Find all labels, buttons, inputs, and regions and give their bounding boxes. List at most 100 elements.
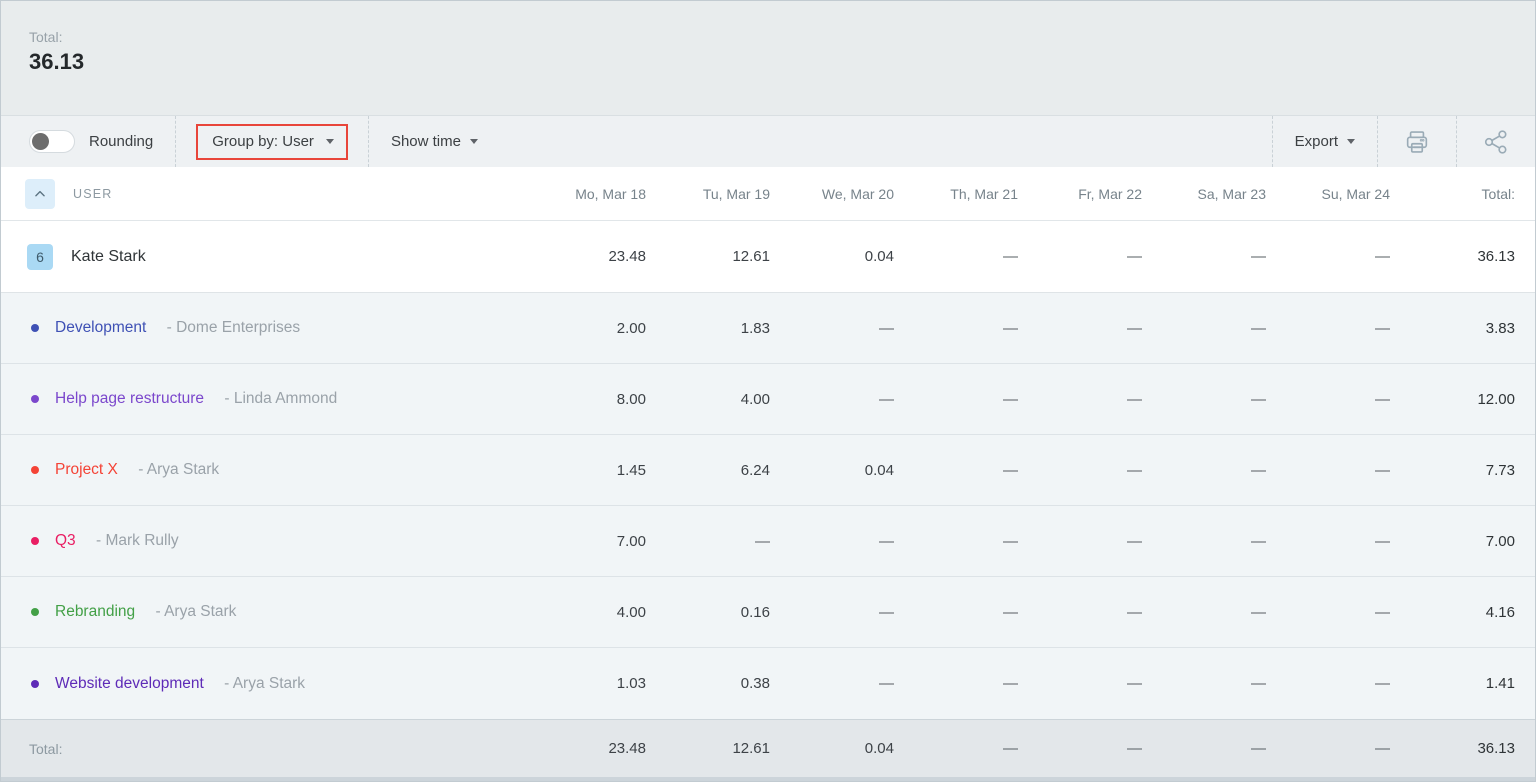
row-total-cell: 4.16 — [1394, 604, 1535, 621]
day-value-cell: 7.00 — [526, 533, 650, 550]
project-name[interactable]: Q3 — [55, 532, 76, 550]
day-value-cell: 2.00 — [526, 320, 650, 337]
day-column-header: Th, Mar 21 — [898, 186, 1022, 202]
day-value-cell: 0.04 — [774, 248, 898, 265]
day-column-header: Mo, Mar 18 — [526, 186, 650, 202]
day-value-cell: — — [774, 533, 898, 550]
project-client: - Linda Ammond — [220, 390, 337, 408]
project-row: Website development - Arya Stark1.030.38… — [1, 648, 1535, 719]
row-total-cell: 12.00 — [1394, 391, 1535, 408]
printer-icon — [1403, 128, 1431, 156]
project-name[interactable]: Rebranding — [55, 603, 135, 621]
project-color-dot-icon — [31, 466, 39, 474]
day-value-cell: 1.45 — [526, 462, 650, 479]
report-table: USER Mo, Mar 18Tu, Mar 19We, Mar 20Th, M… — [1, 167, 1535, 777]
rounding-label: Rounding — [89, 133, 153, 150]
project-name[interactable]: Website development — [55, 675, 204, 693]
row-total-cell: 3.83 — [1394, 320, 1535, 337]
day-value-cell: — — [774, 675, 898, 692]
footer-day-total-cell: — — [898, 740, 1022, 757]
project-color-dot-icon — [31, 608, 39, 616]
share-button[interactable] — [1457, 116, 1535, 167]
day-value-cell: 8.00 — [526, 391, 650, 408]
show-time-dropdown[interactable]: Show time — [369, 116, 500, 167]
share-icon — [1482, 128, 1510, 156]
day-value-cell: — — [898, 391, 1022, 408]
row-total-cell: 7.73 — [1394, 462, 1535, 479]
project-row: Development - Dome Enterprises2.001.83——… — [1, 293, 1535, 364]
project-row: Project X - Arya Stark1.456.240.04————7.… — [1, 435, 1535, 506]
project-color-dot-icon — [31, 395, 39, 403]
footer-day-total-cell: — — [1022, 740, 1146, 757]
project-row-first-cell: Development - Dome Enterprises — [1, 319, 526, 337]
export-dropdown[interactable]: Export — [1273, 116, 1377, 167]
project-row-first-cell: Q3 - Mark Rully — [1, 532, 526, 550]
project-name[interactable]: Development — [55, 319, 146, 337]
footer-day-total-cell: — — [1146, 740, 1270, 757]
day-value-cell: — — [1146, 675, 1270, 692]
project-client: - Arya Stark — [151, 603, 236, 621]
day-value-cell: 0.04 — [774, 462, 898, 479]
project-client: - Dome Enterprises — [162, 319, 300, 337]
day-value-cell: — — [898, 248, 1022, 265]
day-value-cell: 4.00 — [526, 604, 650, 621]
day-value-cell: — — [1270, 391, 1394, 408]
day-value-cell: 23.48 — [526, 248, 650, 265]
summary-banner: Total: 36.13 — [1, 1, 1535, 115]
print-button[interactable] — [1378, 116, 1456, 167]
export-label: Export — [1295, 133, 1338, 150]
day-value-cell: — — [1270, 320, 1394, 337]
day-column-header: We, Mar 20 — [774, 186, 898, 202]
project-client: - Arya Stark — [134, 461, 219, 479]
project-row: Q3 - Mark Rully7.00——————7.00 — [1, 506, 1535, 577]
day-value-cell: 0.16 — [650, 604, 774, 621]
user-name[interactable]: Kate Stark — [71, 248, 146, 266]
time-report-panel: Total: 36.13 Rounding Group by: User Sho… — [0, 0, 1536, 782]
project-row-first-cell: Project X - Arya Stark — [1, 461, 526, 479]
table-footer-row: Total: 23.4812.610.04————36.13 — [1, 719, 1535, 777]
summary-total-value: 36.13 — [29, 49, 1535, 75]
project-row: Help page restructure - Linda Ammond8.00… — [1, 364, 1535, 435]
day-column-header: Sa, Mar 23 — [1146, 186, 1270, 202]
day-value-cell: — — [774, 604, 898, 621]
day-value-cell: 1.03 — [526, 675, 650, 692]
show-time-label: Show time — [391, 133, 461, 150]
day-value-cell: — — [898, 320, 1022, 337]
chevron-up-icon — [33, 187, 47, 201]
group-by-dropdown[interactable]: Group by: User — [196, 124, 348, 160]
toolbar: Rounding Group by: User Show time Export — [1, 115, 1535, 167]
day-value-cell: — — [1022, 533, 1146, 550]
project-row-first-cell: Help page restructure - Linda Ammond — [1, 390, 526, 408]
day-value-cell: 1.83 — [650, 320, 774, 337]
footer-day-total-cell: 12.61 — [650, 740, 774, 757]
day-value-cell: — — [1022, 462, 1146, 479]
day-value-cell: — — [1146, 248, 1270, 265]
project-name[interactable]: Help page restructure — [55, 390, 204, 408]
toolbar-divider — [175, 116, 176, 167]
day-value-cell: — — [1146, 533, 1270, 550]
project-color-dot-icon — [31, 537, 39, 545]
day-column-header: Tu, Mar 19 — [650, 186, 774, 202]
day-value-cell: — — [1146, 320, 1270, 337]
collapse-all-button[interactable] — [25, 179, 55, 209]
footer-day-total-cell: — — [1270, 740, 1394, 757]
day-value-cell: — — [1022, 604, 1146, 621]
day-value-cell: 4.00 — [650, 391, 774, 408]
day-value-cell: — — [898, 604, 1022, 621]
rounding-toggle[interactable]: Rounding — [1, 116, 175, 167]
project-client: - Mark Rully — [92, 532, 179, 550]
project-name[interactable]: Project X — [55, 461, 118, 479]
day-value-cell: — — [1022, 320, 1146, 337]
day-value-cell: 12.61 — [650, 248, 774, 265]
day-value-cell: — — [650, 533, 774, 550]
day-value-cell: — — [898, 533, 1022, 550]
user-row: 6 Kate Stark 23.4812.610.04————36.13 — [1, 221, 1535, 293]
row-total-cell: 7.00 — [1394, 533, 1535, 550]
project-color-dot-icon — [31, 680, 39, 688]
day-value-cell: — — [1022, 391, 1146, 408]
day-value-cell: — — [1270, 675, 1394, 692]
group-by-label: Group by: User — [212, 133, 314, 150]
user-row-first-cell: 6 Kate Stark — [1, 244, 526, 270]
day-column-header: Fr, Mar 22 — [1022, 186, 1146, 202]
project-rows: Development - Dome Enterprises2.001.83——… — [1, 293, 1535, 719]
